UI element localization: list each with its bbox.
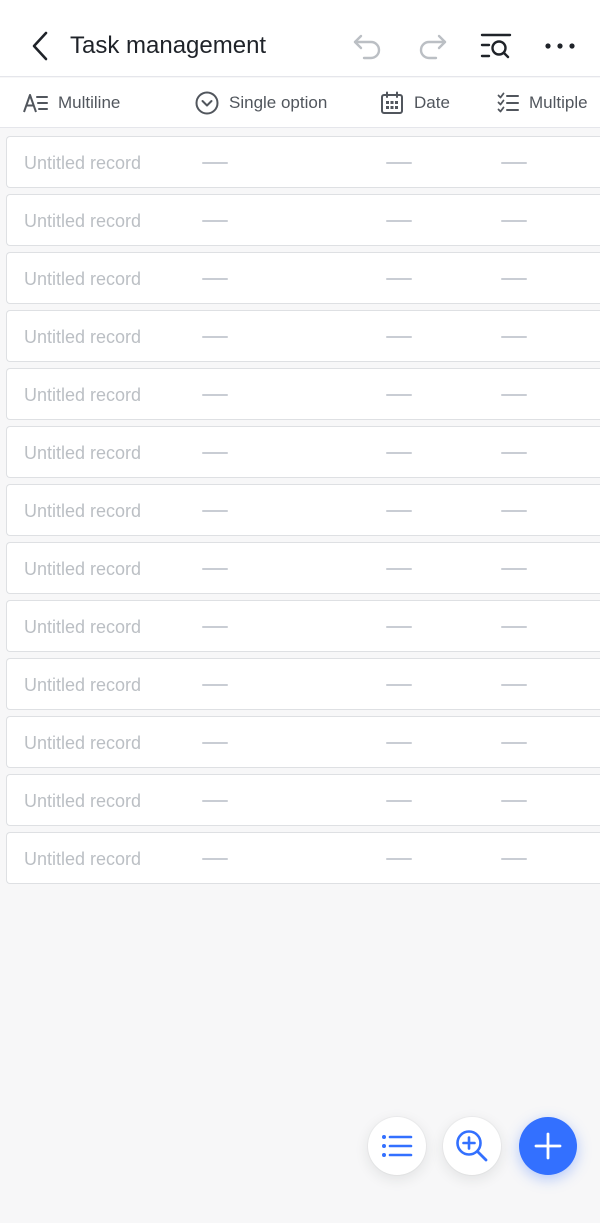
- list-view-button[interactable]: [368, 1117, 426, 1175]
- top-bar: Task management: [0, 0, 600, 77]
- empty-value-dash: [386, 452, 412, 454]
- empty-value-dash: [386, 684, 412, 686]
- undo-icon: [353, 34, 381, 60]
- record-row[interactable]: Untitled record: [6, 136, 600, 188]
- single-option-icon: [195, 91, 219, 115]
- empty-value-dash: [386, 220, 412, 222]
- empty-value-dash: [386, 858, 412, 860]
- empty-value-dash: [386, 162, 412, 164]
- empty-value-dash: [202, 626, 228, 628]
- record-name: Untitled record: [24, 617, 142, 637]
- empty-value-dash: [202, 336, 228, 338]
- empty-value-dash: [202, 742, 228, 744]
- more-icon: [545, 43, 575, 49]
- list-icon: [382, 1135, 413, 1157]
- field-single-option[interactable]: Single option: [195, 78, 328, 127]
- record-name: Untitled record: [24, 443, 142, 463]
- field-label: Single option: [229, 93, 328, 112]
- record-row[interactable]: Untitled record: [6, 368, 600, 420]
- field-label: Multiple: [529, 93, 588, 112]
- empty-value-dash: [202, 278, 228, 280]
- record-name: Untitled record: [24, 153, 142, 173]
- zoom-in-icon: [456, 1130, 488, 1162]
- empty-value-dash: [202, 452, 228, 454]
- add-record-button[interactable]: [519, 1117, 577, 1175]
- multiline-text-icon: [23, 94, 48, 113]
- empty-value-dash: [202, 684, 228, 686]
- empty-value-dash: [386, 800, 412, 802]
- empty-value-dash: [501, 278, 527, 280]
- plus-icon: [534, 1132, 562, 1160]
- record-row[interactable]: Untitled record: [6, 484, 600, 536]
- empty-value-dash: [501, 800, 527, 802]
- empty-value-dash: [202, 162, 228, 164]
- back-button[interactable]: [26, 27, 54, 65]
- empty-value-dash: [501, 510, 527, 512]
- empty-value-dash: [501, 568, 527, 570]
- empty-value-dash: [202, 800, 228, 802]
- redo-icon: [419, 34, 447, 60]
- record-row[interactable]: Untitled record: [6, 600, 600, 652]
- record-row[interactable]: Untitled record: [6, 194, 600, 246]
- record-row[interactable]: Untitled record: [6, 832, 600, 884]
- empty-value-dash: [386, 394, 412, 396]
- search-filter-button[interactable]: [476, 27, 516, 65]
- empty-value-dash: [202, 220, 228, 222]
- empty-value-dash: [202, 394, 228, 396]
- empty-value-dash: [202, 510, 228, 512]
- record-row[interactable]: Untitled record: [6, 774, 600, 826]
- empty-value-dash: [386, 510, 412, 512]
- empty-value-dash: [386, 278, 412, 280]
- record-name: Untitled record: [24, 559, 142, 579]
- empty-value-dash: [501, 626, 527, 628]
- field-date[interactable]: Date: [380, 78, 450, 127]
- record-name: Untitled record: [24, 269, 142, 289]
- empty-value-dash: [501, 336, 527, 338]
- empty-value-dash: [501, 858, 527, 860]
- field-multiline[interactable]: Multiline: [22, 78, 121, 127]
- record-row[interactable]: Untitled record: [6, 716, 600, 768]
- page-title: Task management: [70, 32, 267, 59]
- record-name: Untitled record: [24, 501, 142, 521]
- empty-value-dash: [501, 684, 527, 686]
- record-name: Untitled record: [24, 733, 142, 753]
- field-label: Multiline: [58, 93, 121, 112]
- empty-value-dash: [202, 568, 228, 570]
- zoom-button[interactable]: [443, 1117, 501, 1175]
- calendar-icon: [381, 91, 403, 114]
- record-name: Untitled record: [24, 385, 142, 405]
- record-row[interactable]: Untitled record: [6, 252, 600, 304]
- record-row[interactable]: Untitled record: [6, 310, 600, 362]
- record-row[interactable]: Untitled record: [6, 426, 600, 478]
- empty-value-dash: [501, 162, 527, 164]
- field-label: Date: [414, 93, 450, 112]
- empty-value-dash: [386, 626, 412, 628]
- undo-button[interactable]: [348, 27, 388, 65]
- empty-value-dash: [386, 568, 412, 570]
- record-name: Untitled record: [24, 849, 142, 869]
- empty-value-dash: [386, 742, 412, 744]
- more-button[interactable]: [540, 27, 580, 65]
- empty-value-dash: [202, 858, 228, 860]
- empty-value-dash: [501, 742, 527, 744]
- record-row[interactable]: Untitled record: [6, 658, 600, 710]
- record-name: Untitled record: [24, 327, 142, 347]
- empty-value-dash: [386, 336, 412, 338]
- record-name: Untitled record: [24, 791, 142, 811]
- record-name: Untitled record: [24, 211, 142, 231]
- record-name: Untitled record: [24, 675, 142, 695]
- search-list-icon: [480, 33, 512, 59]
- record-row[interactable]: Untitled record: [6, 542, 600, 594]
- field-header-bar: Multiline Single option Date Multiple: [0, 78, 600, 128]
- redo-button[interactable]: [412, 27, 452, 65]
- field-multiple[interactable]: Multiple: [497, 78, 588, 127]
- empty-value-dash: [501, 394, 527, 396]
- checklist-icon: [497, 92, 519, 113]
- empty-value-dash: [501, 220, 527, 222]
- empty-value-dash: [501, 452, 527, 454]
- chevron-left-icon: [32, 31, 48, 61]
